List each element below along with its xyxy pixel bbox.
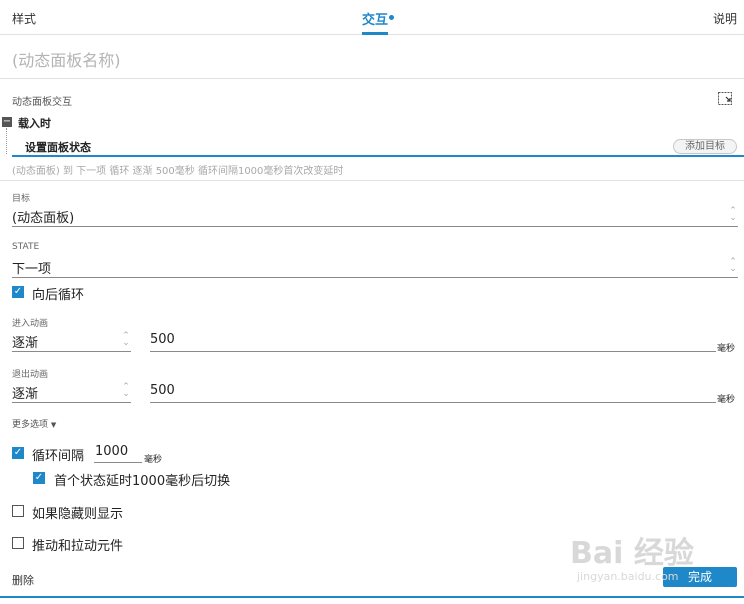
add-target-button[interactable]: 添加目标	[673, 139, 737, 154]
loop-interval-checkbox[interactable]: ✓	[12, 447, 24, 459]
loop-interval-label: 循环间隔	[32, 449, 85, 464]
action-name[interactable]: 设置面板状态	[25, 139, 91, 155]
target-underline	[12, 226, 738, 227]
collapse-icon[interactable]: −	[2, 117, 12, 127]
select-arrows-icon: ⌃ ⌄	[729, 257, 737, 274]
divider	[0, 180, 744, 181]
enter-animation-underline	[12, 351, 131, 352]
first-delay-label: 首个状态延时1000毫秒后切换	[54, 474, 231, 489]
more-options-toggle[interactable]: 更多选项 ▼	[12, 417, 56, 430]
show-if-hidden-label: 如果隐藏则显示	[32, 507, 124, 522]
event-name[interactable]: 载入时	[18, 115, 51, 131]
exit-animation-label: 退出动画	[12, 370, 49, 380]
wrap-label: 向后循环	[32, 288, 85, 303]
expand-panel-icon[interactable]	[718, 91, 733, 105]
exit-animation-select[interactable]: 逐渐	[12, 383, 38, 402]
first-delay-checkbox[interactable]: ✓	[33, 472, 45, 484]
show-if-hidden-checkbox[interactable]	[12, 505, 24, 517]
push-pull-checkbox[interactable]	[12, 537, 24, 549]
tab-interactions[interactable]: 交互	[362, 9, 388, 28]
divider	[0, 78, 744, 79]
loop-interval-unit: 毫秒	[144, 455, 163, 465]
loop-interval-input[interactable]: 1000	[95, 444, 128, 459]
state-select[interactable]: 下一项	[12, 258, 51, 277]
exit-animation-underline	[12, 402, 131, 403]
action-selected-line	[12, 155, 744, 157]
watermark-url: jingyan.baidu.com	[577, 570, 679, 583]
state-underline	[12, 277, 738, 278]
enter-animation-label: 进入动画	[12, 319, 49, 329]
panel-name-input[interactable]: (动态面板名称)	[12, 47, 121, 71]
enter-duration-input[interactable]: 500	[150, 332, 175, 347]
watermark-logo: Bai 经验	[570, 536, 694, 571]
target-select[interactable]: (动态面板)	[12, 207, 74, 226]
select-arrows-icon: ⌃ ⌄	[729, 206, 737, 223]
enter-duration-unit: 毫秒	[717, 344, 736, 354]
target-label: 目标	[12, 194, 31, 204]
interactions-header: 动态面板交互	[12, 97, 72, 108]
push-pull-label: 推动和拉动元件	[32, 539, 124, 554]
select-arrows-icon: ⌃ ⌄	[122, 382, 130, 399]
enter-duration-underline	[150, 351, 716, 352]
action-summary: (动态面板) 到 下一项 循环 逐渐 500毫秒 循环间隔1000毫秒首次改变延…	[12, 166, 344, 177]
tab-bar: 样式 交互 说明	[0, 0, 744, 35]
select-arrows-icon: ⌃ ⌄	[122, 331, 130, 348]
wrap-checkbox[interactable]: ✓	[12, 286, 24, 298]
tab-style[interactable]: 样式	[12, 10, 36, 27]
delete-link[interactable]: 删除	[12, 572, 34, 588]
loop-interval-underline	[94, 462, 142, 463]
tree-line	[6, 128, 7, 154]
exit-duration-underline	[150, 402, 716, 403]
enter-animation-select[interactable]: 逐渐	[12, 332, 38, 351]
bottom-border	[0, 596, 744, 598]
state-label: STATE	[12, 242, 40, 252]
more-options-label: 更多选项	[12, 420, 49, 430]
caret-down-icon: ▼	[50, 421, 57, 429]
exit-duration-input[interactable]: 500	[150, 383, 175, 398]
modified-dot-icon	[389, 15, 394, 20]
exit-duration-unit: 毫秒	[717, 395, 736, 405]
tab-notes[interactable]: 说明	[713, 10, 737, 27]
active-tab-underline	[362, 32, 388, 35]
